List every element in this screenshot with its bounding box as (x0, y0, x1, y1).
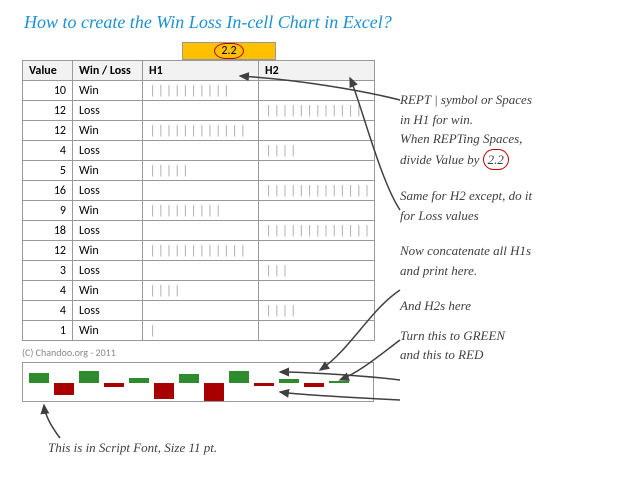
caption-font: This is in Script Font, Size 11 pt. (48, 440, 217, 456)
spark-bar (329, 381, 349, 383)
cell-h2 (259, 241, 375, 261)
cell-winloss: Win (73, 241, 143, 261)
cell-winloss: Loss (73, 101, 143, 121)
cell-winloss: Loss (73, 181, 143, 201)
table-row: 4Loss |||| (23, 141, 375, 161)
cell-h2: |||| (259, 141, 375, 161)
cell-h1: |||| (143, 281, 259, 301)
spark-bar (79, 371, 99, 383)
cell-value: 12 (23, 241, 73, 261)
sparkline-box (22, 362, 374, 402)
table-row: 18Loss |||||||||||||||||| (23, 221, 375, 241)
cell-winloss: Win (73, 121, 143, 141)
cell-h2 (259, 321, 375, 341)
cell-h2: |||| (259, 301, 375, 321)
cell-h2 (259, 281, 375, 301)
col-header-winloss: Win / Loss (73, 61, 143, 81)
cell-value: 18 (23, 221, 73, 241)
spark-bar (29, 373, 49, 383)
note-concat-h2: And H2s here (400, 296, 620, 316)
credit-text: (C) Chandoo.org - 2011 (22, 346, 116, 359)
cell-winloss: Loss (73, 261, 143, 281)
col-header-h2: H2 (259, 61, 375, 81)
sparkline-losses (23, 383, 373, 403)
spark-bar (54, 383, 74, 395)
cell-value: 3 (23, 261, 73, 281)
cell-winloss: Win (73, 281, 143, 301)
cell-h2 (259, 81, 375, 101)
cell-h1: ||||| (143, 161, 259, 181)
cell-h1 (143, 101, 259, 121)
col-header-h1: H1 (143, 61, 259, 81)
cell-winloss: Win (73, 81, 143, 101)
spark-bar (279, 379, 299, 383)
note-concat-h1: Now concatenate all H1s and print here. (400, 241, 620, 280)
cell-h2 (259, 201, 375, 221)
spark-bar (229, 371, 249, 383)
table-row: 12Win|||||||||||| (23, 121, 375, 141)
cell-h1 (143, 221, 259, 241)
cell-h2: |||||||||||||||||| (259, 221, 375, 241)
table-row: 4Win|||| (23, 281, 375, 301)
spark-bar (154, 383, 174, 399)
cell-h1 (143, 181, 259, 201)
cell-value: 4 (23, 281, 73, 301)
cell-winloss: Loss (73, 221, 143, 241)
annotation-panel: REPT | symbol or Spaces in H1 for win. W… (400, 90, 620, 381)
spark-bar (204, 383, 224, 401)
table-row: 4Loss |||| (23, 301, 375, 321)
cell-winloss: Win (73, 201, 143, 221)
divisor-ref: 2.2 (483, 149, 509, 171)
cell-h1: |||||||||||| (143, 121, 259, 141)
cell-value: 12 (23, 121, 73, 141)
cell-h1 (143, 301, 259, 321)
cell-h1: |||||||||||| (143, 241, 259, 261)
cell-h2 (259, 161, 375, 181)
spark-bar (129, 378, 149, 383)
spark-bar (179, 374, 199, 383)
cell-winloss: Win (73, 321, 143, 341)
divisor-value: 2.2 (214, 43, 243, 59)
spark-bar (304, 383, 324, 387)
cell-h2: |||||||||||||||| (259, 181, 375, 201)
cell-winloss: Loss (73, 141, 143, 161)
cell-h2: ||| (259, 261, 375, 281)
cell-h1: ||||||||| (143, 201, 259, 221)
cell-winloss: Loss (73, 301, 143, 321)
table-row: 5Win||||| (23, 161, 375, 181)
spark-bar (254, 383, 274, 386)
cell-value: 1 (23, 321, 73, 341)
table-row: 12Loss |||||||||||| (23, 101, 375, 121)
cell-h1 (143, 261, 259, 281)
cell-winloss: Win (73, 161, 143, 181)
data-table: Value Win / Loss H1 H2 10Win||||||||||12… (22, 60, 375, 341)
note-colors: Turn this to GREEN and this to RED (400, 326, 620, 365)
spark-bar (104, 383, 124, 387)
note-h2: Same for H2 except, do it for Loss value… (400, 186, 620, 225)
cell-h1 (143, 141, 259, 161)
sparkline-wins (23, 363, 373, 383)
cell-h2 (259, 121, 375, 141)
divisor-cell: 2.2 (182, 42, 276, 60)
table-row: 1Win| (23, 321, 375, 341)
cell-value: 9 (23, 201, 73, 221)
cell-value: 4 (23, 301, 73, 321)
table-row: 9Win||||||||| (23, 201, 375, 221)
cell-h1: | (143, 321, 259, 341)
cell-h2: |||||||||||| (259, 101, 375, 121)
cell-value: 10 (23, 81, 73, 101)
col-header-value: Value (23, 61, 73, 81)
table-row: 3Loss ||| (23, 261, 375, 281)
note-h1: REPT | symbol or Spaces in H1 for win. W… (400, 90, 620, 170)
cell-h1: |||||||||| (143, 81, 259, 101)
page-title: How to create the Win Loss In-cell Chart… (0, 0, 630, 33)
table-row: 10Win|||||||||| (23, 81, 375, 101)
cell-value: 4 (23, 141, 73, 161)
table-row: 16Loss |||||||||||||||| (23, 181, 375, 201)
table-container: 2.2 Value Win / Loss H1 H2 10Win||||||||… (22, 60, 374, 341)
cell-value: 5 (23, 161, 73, 181)
cell-value: 16 (23, 181, 73, 201)
cell-value: 12 (23, 101, 73, 121)
table-row: 12Win|||||||||||| (23, 241, 375, 261)
